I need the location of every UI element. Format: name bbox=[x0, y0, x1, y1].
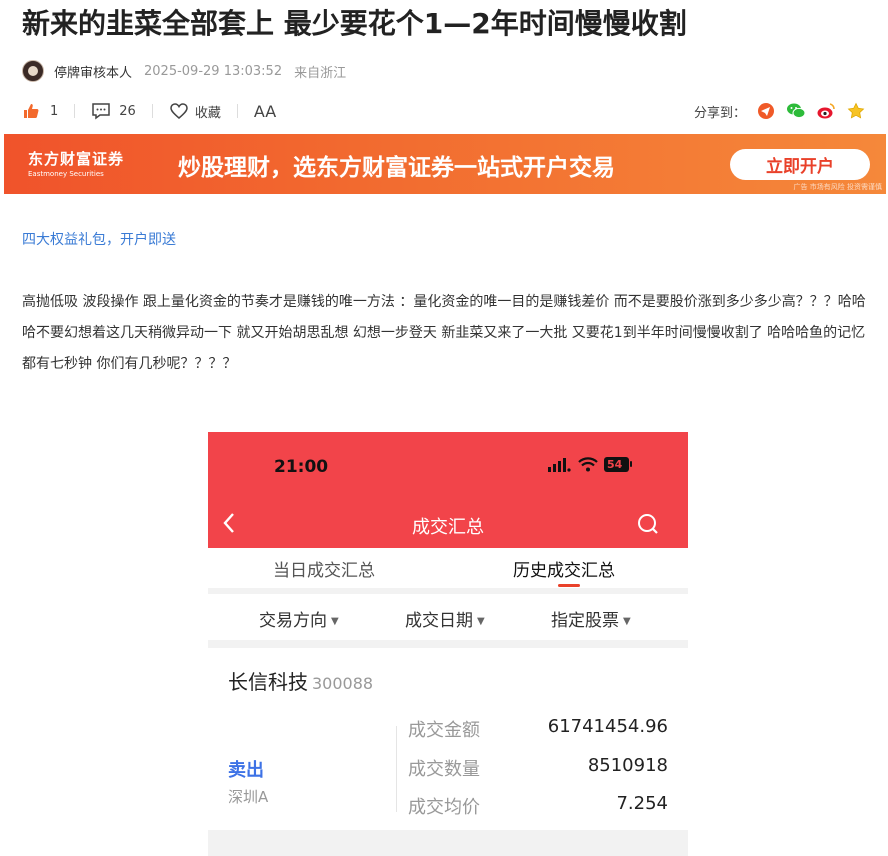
brand-logo-cn: 东方财富证券 bbox=[28, 150, 125, 168]
search-icon[interactable] bbox=[636, 512, 660, 540]
share-label: 分享到： bbox=[693, 105, 746, 121]
article-meta: 停牌审核本人 2025-09-29 13:03:52 来自浙江 bbox=[22, 58, 346, 84]
app-header: 21:00 54 成交汇总 bbox=[208, 432, 688, 548]
ad-banner[interactable]: 东方财富证券 Eastmoney Securities 炒股理财，选东方财富证券… bbox=[4, 134, 886, 194]
brand-logo-en: Eastmoney Securities bbox=[28, 170, 104, 178]
font-size-button[interactable]: AA bbox=[254, 102, 276, 121]
article-actions: 1 26 收藏 AA bbox=[22, 98, 276, 124]
trade-card: 长信科技 300088 卖出 深圳A 成交金额 61741454.96 成交数量 … bbox=[208, 648, 688, 830]
favorite-label: 收藏 bbox=[194, 105, 221, 121]
article-title: 新来的韭菜全部套上 最少要花个1—2年时间慢慢收割 bbox=[22, 7, 687, 40]
screen-title: 成交汇总 bbox=[412, 517, 484, 538]
filter-direction[interactable]: 交易方向 ▼ bbox=[259, 606, 339, 631]
avg-price-label: 成交均价 bbox=[408, 797, 480, 818]
filter-stock[interactable]: 指定股票 ▼ bbox=[551, 606, 631, 631]
signal-icon bbox=[548, 457, 571, 472]
avg-price-value: 7.254 bbox=[616, 793, 668, 814]
comment-button[interactable]: 26 bbox=[91, 102, 136, 120]
thumbs-up-icon bbox=[24, 104, 39, 118]
status-icons: 54 bbox=[548, 457, 633, 472]
avg-price-row: 成交均价 7.254 bbox=[408, 793, 668, 818]
source-location: 来自浙江 bbox=[294, 65, 347, 81]
share-wechat-icon[interactable] bbox=[786, 101, 806, 121]
heart-icon bbox=[170, 103, 188, 119]
amount-row: 成交金额 61741454.96 bbox=[408, 716, 668, 741]
divider bbox=[396, 726, 397, 812]
author-name[interactable]: 停牌审核本人 bbox=[54, 62, 132, 81]
promo-link[interactable]: 四大权益礼包，开户即送 bbox=[22, 229, 176, 249]
comment-icon bbox=[92, 103, 111, 120]
avatar[interactable] bbox=[22, 60, 44, 82]
stock-code: 300088 bbox=[312, 674, 374, 693]
quantity-label: 成交数量 bbox=[408, 759, 480, 780]
caret-down-icon: ▼ bbox=[623, 616, 631, 627]
open-account-button[interactable]: 立即开户 bbox=[730, 149, 870, 180]
banner-headline: 炒股理财，选东方财富证券一站式开户交易 bbox=[178, 155, 615, 181]
tab-bar: 当日成交汇总 历史成交汇总 bbox=[208, 548, 688, 588]
tab-history-summary[interactable]: 历史成交汇总 bbox=[513, 556, 615, 581]
quantity-value: 8510918 bbox=[587, 755, 668, 776]
ad-disclaimer: 广告 市场有风险 投资需谨慎 bbox=[793, 183, 882, 191]
amount-value: 61741454.96 bbox=[547, 716, 668, 737]
divider bbox=[74, 104, 76, 118]
brand-logo: 东方财富证券 Eastmoney Securities bbox=[28, 148, 124, 178]
caret-down-icon: ▼ bbox=[477, 616, 485, 627]
tab-today-summary[interactable]: 当日成交汇总 bbox=[273, 556, 375, 581]
filter-direction-label: 交易方向 bbox=[259, 611, 327, 631]
article-paragraph: 高抛低吸 波段操作 跟上量化资金的节奏才是赚钱的唯一方法 ：量化资金的唯一目的是… bbox=[22, 294, 866, 372]
share-paper-plane-icon[interactable] bbox=[756, 101, 776, 121]
filter-stock-label: 指定股票 bbox=[551, 611, 619, 631]
favorite-button[interactable]: 收藏 bbox=[169, 102, 221, 121]
stock-name: 长信科技 bbox=[228, 670, 308, 694]
active-tab-indicator bbox=[558, 584, 580, 587]
like-count: 1 bbox=[50, 103, 59, 119]
font-size-label: AA bbox=[253, 101, 277, 121]
publish-time: 2025-09-29 13:03:52 bbox=[144, 63, 283, 79]
like-button[interactable]: 1 bbox=[22, 102, 58, 120]
share-star-icon[interactable] bbox=[846, 101, 866, 121]
quantity-row: 成交数量 8510918 bbox=[408, 755, 668, 780]
share-weibo-icon[interactable] bbox=[816, 101, 836, 121]
filter-date-label: 成交日期 bbox=[405, 611, 473, 631]
trade-side: 卖出 bbox=[228, 760, 264, 781]
comment-count: 26 bbox=[119, 103, 136, 119]
battery-indicator: 54 bbox=[604, 457, 633, 472]
filter-bar: 交易方向 ▼ 成交日期 ▼ 指定股票 ▼ bbox=[208, 594, 688, 640]
wifi-icon bbox=[578, 457, 598, 472]
divider bbox=[236, 104, 238, 118]
status-time: 21:00 bbox=[274, 457, 329, 477]
share-bar: 分享到： bbox=[694, 98, 866, 124]
embedded-screenshot: 21:00 54 成交汇总 当日成交汇总 历史成交汇总 交易方向 ▼ 成交日期 ▼ … bbox=[208, 432, 688, 856]
filter-date[interactable]: 成交日期 ▼ bbox=[405, 606, 485, 631]
divider bbox=[151, 104, 153, 118]
caret-down-icon: ▼ bbox=[331, 616, 339, 627]
amount-label: 成交金额 bbox=[408, 720, 480, 741]
stock-title: 长信科技 300088 bbox=[228, 666, 373, 695]
market-label: 深圳A bbox=[228, 788, 269, 806]
